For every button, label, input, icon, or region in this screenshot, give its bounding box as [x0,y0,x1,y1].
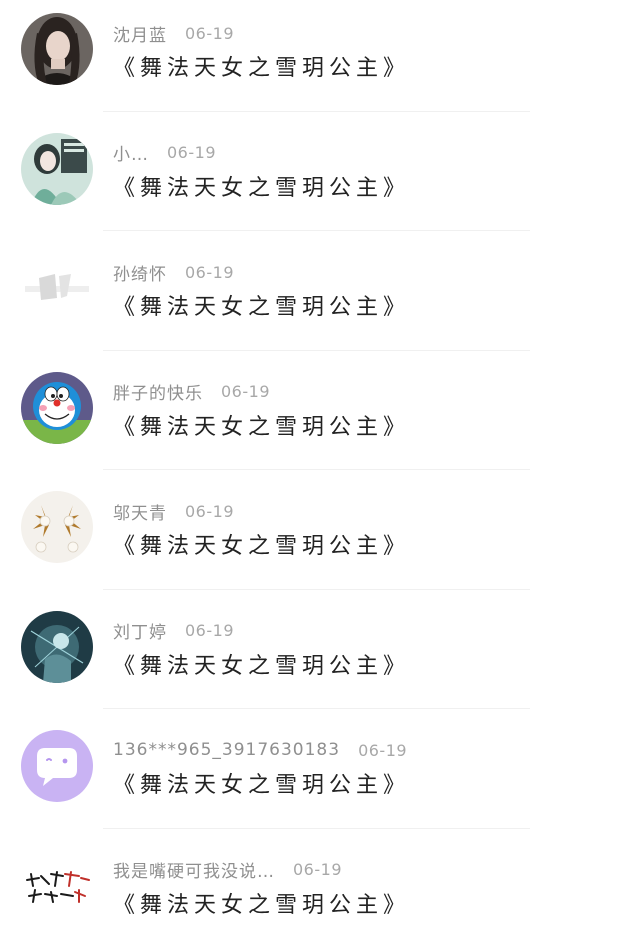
comment-text: 《舞法天女之雪玥公主》 [113,653,411,679]
username[interactable]: 沈月蓝 [113,21,167,46]
user-avatar[interactable] [21,491,93,563]
comment-date: 06-19 [167,143,216,162]
comment-date: 06-19 [358,740,408,760]
divider [103,469,530,470]
avatar-faded-icon [21,252,93,324]
comment-date: 06-19 [293,860,342,879]
comment-meta: 136***965_3917630183 06-19 [113,737,407,763]
comment-item[interactable]: 孙绮怀 06-19 《舞法天女之雪玥公主》 [0,239,640,359]
username[interactable]: 我是嘴硬可我没说… [113,857,275,882]
comment-date: 06-19 [185,23,234,43]
comment-item[interactable]: 沈月蓝 06-19 《舞法天女之雪玥公主》 [0,0,640,120]
comment-meta: 沈月蓝 06-19 [113,20,234,46]
avatar-anime-girl-icon [21,132,93,205]
username[interactable]: 邬天青 [113,499,167,524]
user-avatar[interactable] [21,730,93,802]
username[interactable]: 小… [113,140,149,165]
avatar-dark-art-icon [21,610,93,683]
comment-item[interactable]: 胖子的快乐 06-19 《舞法天女之雪玥公主》 [0,359,640,479]
divider [103,827,530,829]
comment-text: 《舞法天女之雪玥公主》 [113,295,411,320]
comment-date: 06-19 [185,621,234,640]
username[interactable]: 刘丁婷 [113,618,167,643]
divider [103,110,530,112]
comment-meta: 胖子的快乐 06-19 [113,379,270,405]
user-avatar[interactable] [21,849,93,922]
comment-item[interactable]: 136***965_3917630183 06-19 《舞法天女之雪玥公主》 [0,717,640,837]
comment-text: 《舞法天女之雪玥公主》 [113,892,411,918]
avatar-photo-woman-icon [21,13,93,85]
avatar-doraemon-icon [21,371,93,444]
username[interactable]: 胖子的快乐 [113,379,203,404]
comment-date: 06-19 [185,262,234,282]
user-avatar[interactable] [21,610,93,683]
username[interactable]: 孙绮怀 [113,260,167,285]
user-avatar[interactable] [21,371,93,444]
comment-meta: 小… 06-19 [113,140,216,166]
divider [103,349,530,351]
comment-text: 《舞法天女之雪玥公主》 [113,773,411,798]
comment-text: 《舞法天女之雪玥公主》 [113,534,411,559]
avatar-calligraphy-icon [21,849,93,922]
comment-meta: 刘丁婷 06-19 [113,618,234,644]
user-avatar[interactable] [21,132,93,205]
comment-text: 《舞法天女之雪玥公主》 [113,175,411,201]
username[interactable]: 136***965_3917630183 [113,740,340,760]
comment-item[interactable]: 我是嘴硬可我没说… 06-19 《舞法天女之雪玥公主》 [0,837,640,946]
comment-meta: 孙绮怀 06-19 [113,259,234,285]
divider [103,588,530,590]
avatar-pearl-earrings-icon [21,491,93,563]
comment-text: 《舞法天女之雪玥公主》 [113,56,411,81]
comment-date: 06-19 [185,501,234,521]
comment-meta: 邬天青 06-19 [113,498,234,524]
avatar-chat-bubble-icon [21,730,93,802]
user-avatar[interactable] [21,252,93,324]
user-avatar[interactable] [21,13,93,85]
comment-item[interactable]: 小… 06-19 《舞法天女之雪玥公主》 [0,120,640,240]
divider [103,230,530,231]
comment-list: 沈月蓝 06-19 《舞法天女之雪玥公主》 小… 06-19 《舞法天女之雪玥公… [0,0,640,946]
comment-item[interactable]: 刘丁婷 06-19 《舞法天女之雪玥公主》 [0,598,640,718]
divider [103,708,530,709]
comment-text: 《舞法天女之雪玥公主》 [113,414,411,440]
comment-item[interactable]: 邬天青 06-19 《舞法天女之雪玥公主》 [0,478,640,598]
comment-date: 06-19 [221,382,270,401]
comment-meta: 我是嘴硬可我没说… 06-19 [113,857,342,883]
